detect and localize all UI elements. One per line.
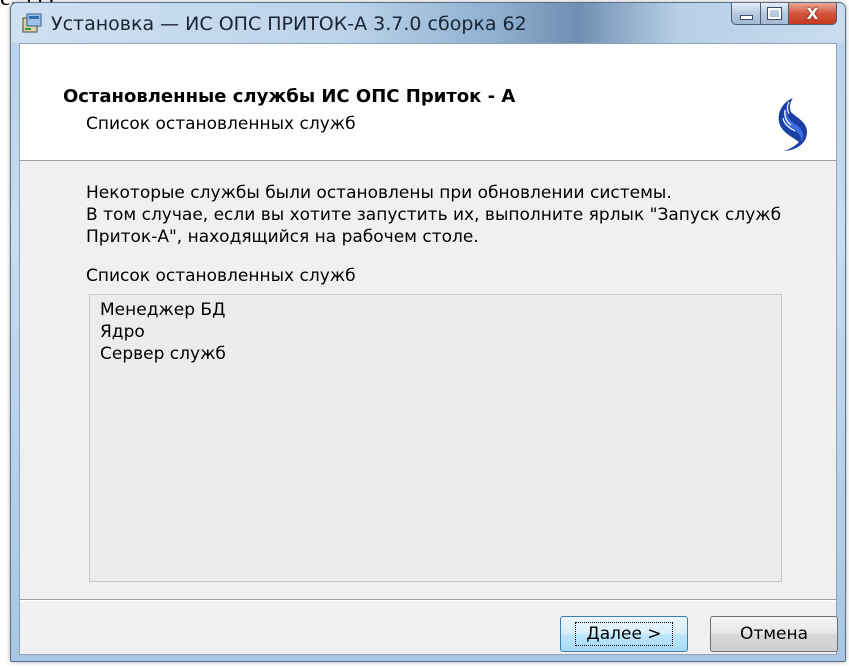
title-bar[interactable]: Установка — ИС ОПС ПРИТОК-А 3.7.0 сборка…	[11, 3, 845, 43]
footer-divider	[20, 599, 836, 601]
company-logo	[778, 98, 807, 151]
list-item: Ядро	[100, 322, 145, 342]
caption-buttons: X	[731, 3, 837, 25]
cancel-button-label: Отмена	[739, 624, 809, 644]
installer-window: Установка — ИС ОПС ПРИТОК-А 3.7.0 сборка…	[10, 2, 846, 662]
close-button[interactable]: X	[789, 3, 837, 25]
minimize-button[interactable]	[731, 3, 761, 25]
maximize-button[interactable]	[761, 3, 789, 25]
page-subtitle: Список остановленных служб	[86, 114, 356, 134]
window-title: Установка — ИС ОПС ПРИТОК-А 3.7.0 сборка…	[51, 13, 527, 35]
page-title: Остановленные службы ИС ОПС Приток - А	[63, 86, 516, 107]
info-line: Приток-А", находящийся на рабочем столе.	[86, 227, 479, 247]
info-line: Некоторые службы были остановлены при об…	[86, 183, 672, 203]
stopped-services-list[interactable]: Менеджер БД Ядро Сервер служб	[89, 294, 782, 582]
info-line: В том случае, если вы хотите запустить и…	[86, 205, 782, 225]
close-icon: X	[806, 4, 819, 23]
list-item: Сервер служб	[100, 344, 226, 364]
maximize-icon	[767, 7, 782, 20]
next-button-label: Далее >	[575, 622, 673, 646]
next-button[interactable]: Далее >	[560, 616, 688, 652]
list-item: Менеджер БД	[100, 300, 226, 320]
info-text: Некоторые службы были остановлены при об…	[86, 182, 806, 248]
stopped-services-label: Список остановленных служб	[86, 266, 356, 286]
wizard-client-area: Остановленные службы ИС ОПС Приток - А С…	[19, 43, 838, 655]
installer-icon	[22, 13, 42, 33]
minimize-icon	[739, 15, 753, 20]
wizard-header: Остановленные службы ИС ОПС Приток - А С…	[20, 44, 836, 161]
cancel-button[interactable]: Отмена	[710, 616, 838, 652]
